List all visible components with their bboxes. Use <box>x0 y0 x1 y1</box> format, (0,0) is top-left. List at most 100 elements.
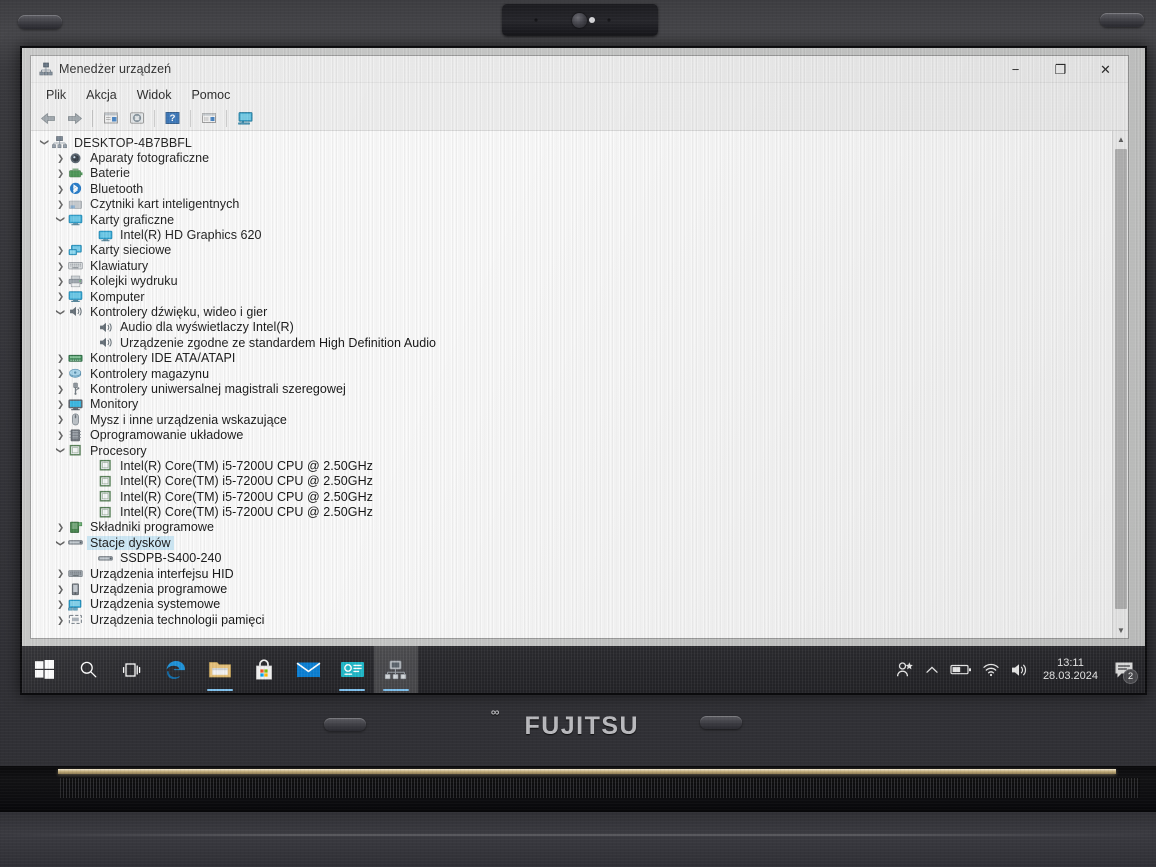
people-button[interactable] <box>891 646 919 693</box>
close-button[interactable]: ✕ <box>1083 56 1128 82</box>
file-explorer-button[interactable] <box>198 646 242 693</box>
svg-text:?: ? <box>170 113 176 124</box>
scroll-up-button[interactable]: ▲ <box>1113 131 1128 147</box>
tree-item[interactable]: ❯ Monitory <box>31 397 1112 412</box>
action-center-button[interactable]: 2 <box>1107 646 1141 693</box>
chevron-right-icon[interactable]: ❯ <box>53 354 68 363</box>
maximize-button[interactable]: ❐ <box>1038 56 1083 82</box>
chevron-right-icon[interactable]: ❯ <box>53 369 68 378</box>
tree-item[interactable]: ❯ Klawiatury <box>31 258 1112 273</box>
tree-item[interactable]: ❯ Stacje dysków <box>31 535 1112 550</box>
sound-icon <box>98 321 113 334</box>
scan-hardware-button[interactable] <box>232 107 257 129</box>
taskbar: 13:11 28.03.2024 2 <box>22 646 1145 693</box>
tree-item[interactable]: ❯ Intel(R) Core(TM) i5-7200U CPU @ 2.50GH… <box>31 504 1112 519</box>
tree-item[interactable]: ❯ Komputer <box>31 289 1112 304</box>
chevron-right-icon[interactable]: ❯ <box>53 616 68 625</box>
chevron-right-icon[interactable]: ❯ <box>53 415 68 424</box>
tree-item[interactable]: ❯ Intel(R) Core(TM) i5-7200U CPU @ 2.50GH… <box>31 489 1112 504</box>
chevron-right-icon[interactable]: ❯ <box>53 185 68 194</box>
tree-item[interactable]: ❯ Procesory <box>31 443 1112 458</box>
volume-button[interactable] <box>1005 646 1034 693</box>
tree-item[interactable]: ❯ Kontrolery dźwięku, wideo i gier <box>31 304 1112 319</box>
menu-pomoc[interactable]: Pomoc <box>182 86 239 104</box>
tree-item[interactable]: ❯ Urządzenie zgodne ze standardem High De… <box>31 335 1112 350</box>
tree-item[interactable]: ❯ Intel(R) Core(TM) i5-7200U CPU @ 2.50GH… <box>31 458 1112 473</box>
chevron-right-icon[interactable]: ❯ <box>53 523 68 532</box>
network-button[interactable] <box>977 646 1005 693</box>
menu-akcja[interactable]: Akcja <box>77 86 126 104</box>
search-button[interactable] <box>66 646 110 693</box>
tree-item[interactable]: ❯ Oprogramowanie układowe <box>31 427 1112 442</box>
help-button[interactable]: ? <box>160 107 185 129</box>
chevron-right-icon[interactable]: ❯ <box>53 200 68 209</box>
chevron-right-icon[interactable]: ❯ <box>53 277 68 286</box>
edge-button[interactable] <box>154 646 198 693</box>
toolbar-separator-4 <box>226 109 227 127</box>
minimize-button[interactable]: − <box>993 56 1038 82</box>
device-manager-taskbar-button[interactable] <box>374 646 418 693</box>
tree-item[interactable]: ❯ Czytniki kart inteligentnych <box>31 197 1112 212</box>
chevron-down-icon[interactable]: ❯ <box>56 212 66 227</box>
clock[interactable]: 13:11 28.03.2024 <box>1034 646 1107 693</box>
chevron-right-icon[interactable]: ❯ <box>53 262 68 271</box>
chevron-down-icon[interactable]: ❯ <box>40 135 50 150</box>
chevron-right-icon[interactable]: ❯ <box>53 431 68 440</box>
tree-item[interactable]: ❯ Urządzenia systemowe <box>31 597 1112 612</box>
tree-item[interactable]: ❯ Kontrolery IDE ATA/ATAPI <box>31 350 1112 365</box>
tree-item[interactable]: ❯ Urządzenia programowe <box>31 581 1112 596</box>
tree-item[interactable]: ❯ DESKTOP-4B7BBFL <box>31 135 1112 150</box>
tree-item[interactable]: ❯ Intel(R) Core(TM) i5-7200U CPU @ 2.50GH… <box>31 474 1112 489</box>
show-hidden-icons-button[interactable] <box>919 646 945 693</box>
menu-widok[interactable]: Widok <box>128 86 181 104</box>
microsoft-store-button[interactable] <box>242 646 286 693</box>
window-titlebar[interactable]: Menedżer urządzeń − ❐ ✕ <box>31 56 1128 83</box>
teal-app-button[interactable] <box>330 646 374 693</box>
tree-item[interactable]: ❯ Kolejki wydruku <box>31 274 1112 289</box>
laptop-deck <box>0 812 1156 867</box>
scroll-down-button[interactable]: ▼ <box>1113 622 1128 638</box>
show-hidden-devices-button[interactable] <box>196 107 221 129</box>
chevron-right-icon[interactable]: ❯ <box>53 246 68 255</box>
tree-item[interactable]: ❯ SSDPB-S400-240 <box>31 551 1112 566</box>
chevron-right-icon[interactable]: ❯ <box>53 154 68 163</box>
tree-item[interactable]: ❯ Karty sieciowe <box>31 243 1112 258</box>
tree-item[interactable]: ❯ Mysz i inne urządzenia wskazujące <box>31 412 1112 427</box>
tree-item[interactable]: ❯ Kontrolery magazynu <box>31 366 1112 381</box>
chevron-right-icon[interactable]: ❯ <box>53 385 68 394</box>
chevron-right-icon[interactable]: ❯ <box>53 585 68 594</box>
chevron-down-icon[interactable]: ❯ <box>56 443 66 458</box>
tree-item[interactable]: ❯ Intel(R) HD Graphics 620 <box>31 227 1112 242</box>
update-driver-button[interactable] <box>124 107 149 129</box>
tree-item-label: Baterie <box>90 166 130 181</box>
tree-item[interactable]: ❯ Audio dla wyświetlaczy Intel(R) <box>31 320 1112 335</box>
forward-button[interactable] <box>62 107 87 129</box>
properties-button[interactable] <box>98 107 123 129</box>
vertical-scrollbar[interactable]: ▲ ▼ <box>1112 131 1128 638</box>
device-tree[interactable]: ❯ DESKTOP-4B7BBFL ❯ Aparaty fotograficzne ❯ B… <box>31 131 1112 638</box>
tree-item[interactable]: ❯ Urządzenia interfejsu HID <box>31 566 1112 581</box>
tree-item[interactable]: ❯ Urządzenia technologii pamięci <box>31 612 1112 627</box>
tree-item-label: Monitory <box>90 397 139 412</box>
battery-button[interactable] <box>945 646 977 693</box>
tree-item[interactable]: ❯ Kontrolery uniwersalnej magistrali szer… <box>31 381 1112 396</box>
menu-plik[interactable]: Plik <box>37 86 75 104</box>
chevron-right-icon[interactable]: ❯ <box>53 292 68 301</box>
chevron-right-icon[interactable]: ❯ <box>53 169 68 178</box>
tree-item[interactable]: ❯ Składniki programowe <box>31 520 1112 535</box>
tree-item[interactable]: ❯ Karty graficzne <box>31 212 1112 227</box>
start-button[interactable] <box>22 646 66 693</box>
computer-network-icon <box>52 136 67 149</box>
chevron-down-icon[interactable]: ❯ <box>56 535 66 550</box>
chevron-right-icon[interactable]: ❯ <box>53 569 68 578</box>
tree-item[interactable]: ❯ Bluetooth <box>31 181 1112 196</box>
back-button[interactable] <box>36 107 61 129</box>
chevron-down-icon[interactable]: ❯ <box>56 304 66 319</box>
tree-item[interactable]: ❯ Aparaty fotograficzne <box>31 150 1112 165</box>
chevron-right-icon[interactable]: ❯ <box>53 400 68 409</box>
mail-button[interactable] <box>286 646 330 693</box>
tree-item[interactable]: ❯ Baterie <box>31 166 1112 181</box>
scrollbar-thumb[interactable] <box>1115 149 1127 609</box>
chevron-right-icon[interactable]: ❯ <box>53 600 68 609</box>
task-view-button[interactable] <box>110 646 154 693</box>
